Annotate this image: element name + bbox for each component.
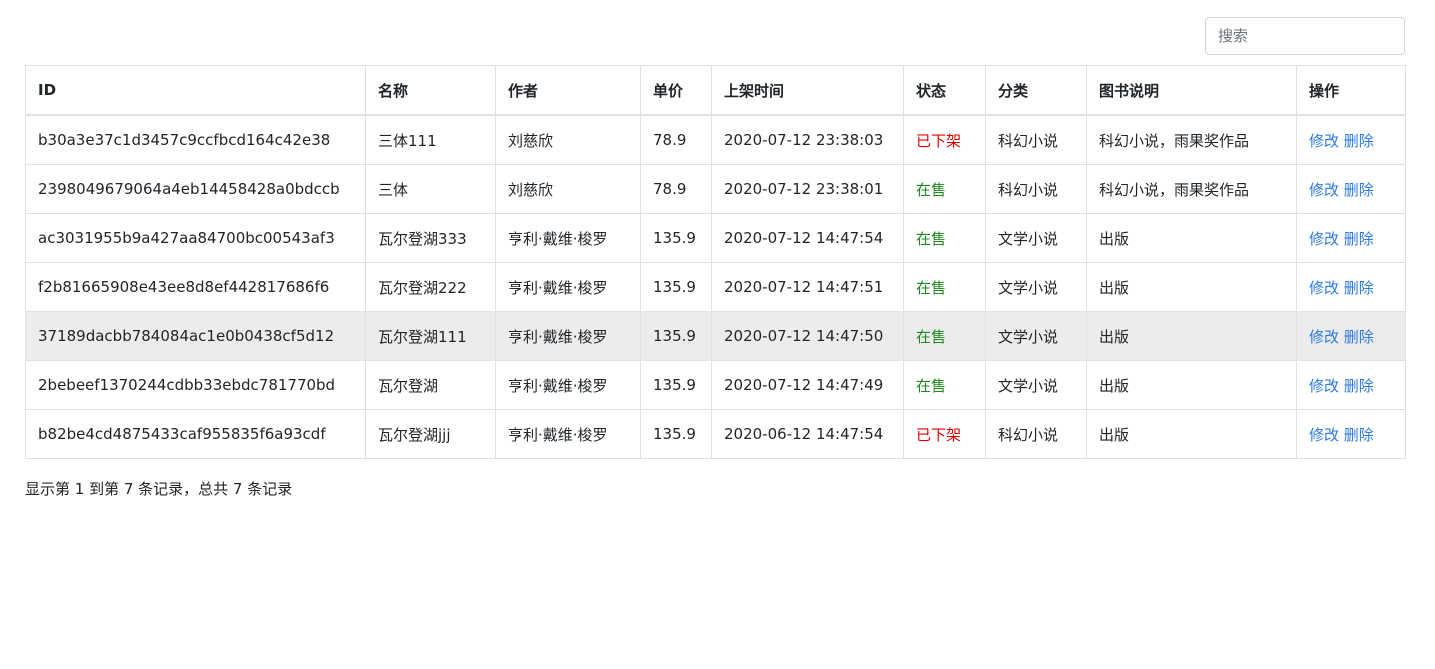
edit-link[interactable]: 修改 [1309, 230, 1339, 248]
cell-time: 2020-07-12 14:47:50 [711, 311, 904, 361]
delete-link[interactable]: 删除 [1344, 328, 1374, 346]
cell-id: b82be4cd4875433caf955835f6a93cdf [25, 409, 366, 459]
edit-link[interactable]: 修改 [1309, 181, 1339, 199]
table-row[interactable]: b30a3e37c1d3457c9ccfbcd164c42e38 三体111 刘慈欣… [25, 114, 1406, 165]
cell-category: 文学小说 [985, 311, 1087, 361]
cell-status: 在售 [903, 213, 986, 263]
delete-link[interactable]: 删除 [1344, 230, 1374, 248]
table-row[interactable]: ac3031955b9a427aa84700bc00543af3 瓦尔登湖333 亨… [25, 213, 1406, 263]
cell-name: 瓦尔登湖111 [365, 311, 496, 361]
cell-price: 135.9 [640, 360, 712, 410]
cell-id: 2398049679064a4eb14458428a0bdccb [25, 164, 366, 214]
table-header-row: ID 名称 作者 单价 上架时间 状态 分类 图书说明 操作 [25, 65, 1406, 116]
table-row[interactable]: b82be4cd4875433caf955835f6a93cdf 瓦尔登湖jjj 亨… [25, 409, 1406, 459]
cell-id: 37189dacbb784084ac1e0b0438cf5d12 [25, 311, 366, 361]
table-row[interactable]: f2b81665908e43ee8d8ef442817686f6 瓦尔登湖222 亨… [25, 262, 1406, 312]
cell-status: 已下架 [903, 409, 986, 459]
cell-author: 亨利·戴维·梭罗 [495, 213, 641, 263]
edit-link[interactable]: 修改 [1309, 328, 1339, 346]
column-header-status[interactable]: 状态 [903, 65, 986, 116]
cell-author: 亨利·戴维·梭罗 [495, 262, 641, 312]
cell-time: 2020-07-12 14:47:49 [711, 360, 904, 410]
cell-actions: 修改 删除 [1296, 311, 1406, 361]
cell-category: 文学小说 [985, 213, 1087, 263]
cell-id: ac3031955b9a427aa84700bc00543af3 [25, 213, 366, 263]
delete-link[interactable]: 删除 [1344, 426, 1374, 444]
cell-description: 出版 [1086, 213, 1297, 263]
cell-description: 出版 [1086, 360, 1297, 410]
cell-actions: 修改 删除 [1296, 164, 1406, 214]
cell-actions: 修改 删除 [1296, 213, 1406, 263]
column-header-id[interactable]: ID [25, 65, 366, 116]
cell-price: 135.9 [640, 262, 712, 312]
cell-actions: 修改 删除 [1296, 360, 1406, 410]
cell-name: 瓦尔登湖jjj [365, 409, 496, 459]
cell-status: 已下架 [903, 114, 986, 165]
cell-description: 科幻小说，雨果奖作品 [1086, 114, 1297, 165]
cell-status: 在售 [903, 262, 986, 312]
edit-link[interactable]: 修改 [1309, 377, 1339, 395]
delete-link[interactable]: 删除 [1344, 377, 1374, 395]
cell-category: 文学小说 [985, 360, 1087, 410]
column-header-time[interactable]: 上架时间 [711, 65, 904, 116]
pagination-summary: 显示第 1 到第 7 条记录，总共 7 条记录 [25, 480, 293, 498]
table-row[interactable]: 2bebeef1370244cdbb33ebdc781770bd 瓦尔登湖 亨利·戴… [25, 360, 1406, 410]
cell-actions: 修改 删除 [1296, 262, 1406, 312]
cell-price: 135.9 [640, 213, 712, 263]
cell-id: f2b81665908e43ee8d8ef442817686f6 [25, 262, 366, 312]
column-header-category[interactable]: 分类 [985, 65, 1087, 116]
cell-time: 2020-07-12 23:38:03 [711, 114, 904, 165]
cell-name: 三体111 [365, 114, 496, 165]
cell-name: 瓦尔登湖333 [365, 213, 496, 263]
cell-status: 在售 [903, 360, 986, 410]
cell-actions: 修改 删除 [1296, 409, 1406, 459]
cell-category: 科幻小说 [985, 409, 1087, 459]
cell-id: b30a3e37c1d3457c9ccfbcd164c42e38 [25, 114, 366, 165]
cell-description: 出版 [1086, 262, 1297, 312]
edit-link[interactable]: 修改 [1309, 426, 1339, 444]
cell-category: 文学小说 [985, 262, 1087, 312]
cell-author: 刘慈欣 [495, 164, 641, 214]
column-header-author[interactable]: 作者 [495, 65, 641, 116]
column-header-name[interactable]: 名称 [365, 65, 496, 116]
cell-actions: 修改 删除 [1296, 114, 1406, 165]
table-row[interactable]: 37189dacbb784084ac1e0b0438cf5d12 瓦尔登湖111 亨… [25, 311, 1406, 361]
cell-name: 瓦尔登湖222 [365, 262, 496, 312]
cell-author: 亨利·戴维·梭罗 [495, 409, 641, 459]
cell-name: 三体 [365, 164, 496, 214]
cell-price: 135.9 [640, 311, 712, 361]
cell-id: 2bebeef1370244cdbb33ebdc781770bd [25, 360, 366, 410]
cell-name: 瓦尔登湖 [365, 360, 496, 410]
cell-author: 刘慈欣 [495, 114, 641, 165]
column-header-actions: 操作 [1296, 65, 1406, 116]
delete-link[interactable]: 删除 [1344, 132, 1374, 150]
cell-description: 出版 [1086, 311, 1297, 361]
column-header-description[interactable]: 图书说明 [1086, 65, 1297, 116]
cell-time: 2020-07-12 14:47:51 [711, 262, 904, 312]
toolbar [0, 0, 1435, 66]
cell-time: 2020-07-12 14:47:54 [711, 213, 904, 263]
cell-status: 在售 [903, 164, 986, 214]
delete-link[interactable]: 删除 [1344, 181, 1374, 199]
edit-link[interactable]: 修改 [1309, 279, 1339, 297]
search-input[interactable] [1205, 17, 1405, 55]
edit-link[interactable]: 修改 [1309, 132, 1339, 150]
cell-status: 在售 [903, 311, 986, 361]
column-header-price[interactable]: 单价 [640, 65, 712, 116]
cell-description: 科幻小说，雨果奖作品 [1086, 164, 1297, 214]
cell-time: 2020-06-12 14:47:54 [711, 409, 904, 459]
books-table: ID 名称 作者 单价 上架时间 状态 分类 图书说明 操作 b30a3e37c… [25, 65, 1406, 459]
delete-link[interactable]: 删除 [1344, 279, 1374, 297]
table-row[interactable]: 2398049679064a4eb14458428a0bdccb 三体 刘慈欣 78.… [25, 164, 1406, 214]
cell-category: 科幻小说 [985, 114, 1087, 165]
cell-category: 科幻小说 [985, 164, 1087, 214]
cell-time: 2020-07-12 23:38:01 [711, 164, 904, 214]
cell-description: 出版 [1086, 409, 1297, 459]
cell-price: 78.9 [640, 164, 712, 214]
cell-author: 亨利·戴维·梭罗 [495, 360, 641, 410]
cell-price: 78.9 [640, 114, 712, 165]
cell-author: 亨利·戴维·梭罗 [495, 311, 641, 361]
cell-price: 135.9 [640, 409, 712, 459]
